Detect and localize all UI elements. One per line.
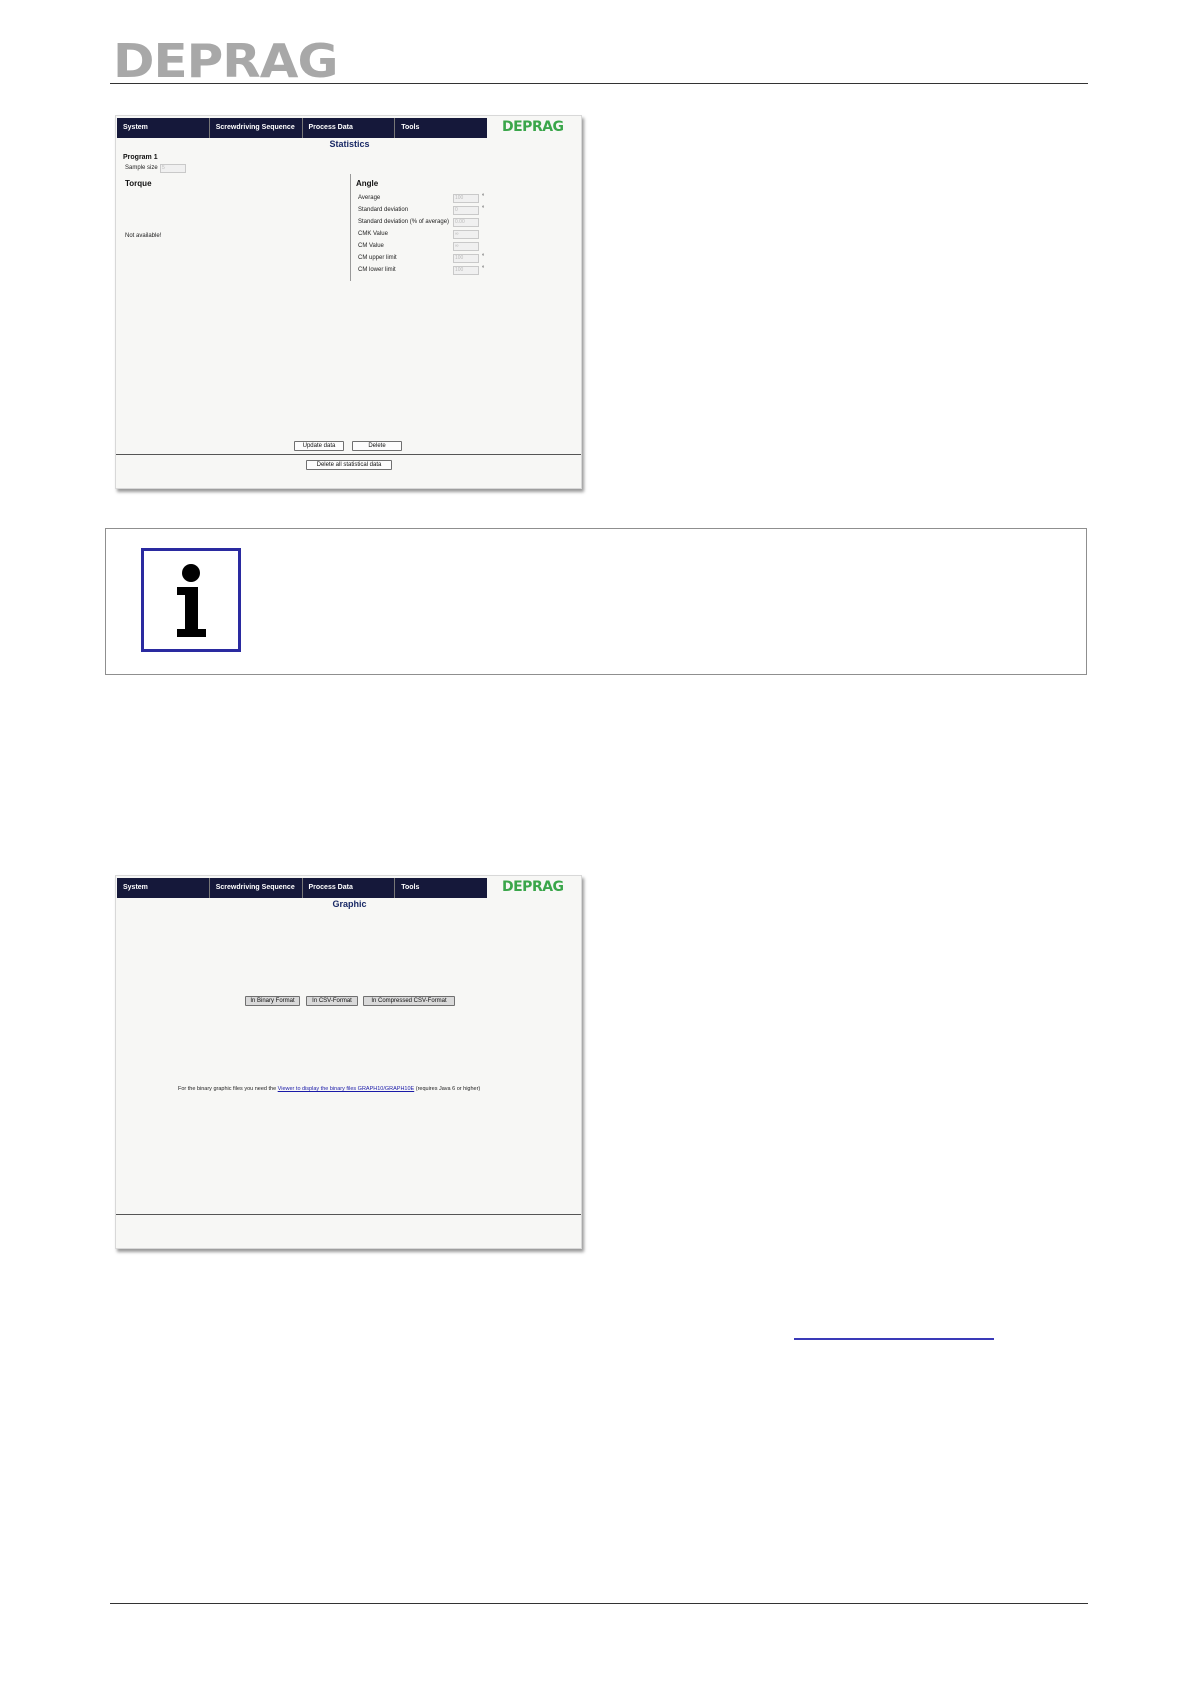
header-rule — [110, 83, 1088, 84]
angle-row-label: CM upper limit — [358, 255, 397, 261]
angle-row-label: Average — [358, 195, 381, 201]
statistics-nav-bar: System Screwdriving Sequence Process Dat… — [117, 118, 487, 138]
angle-average-field[interactable]: 100 — [453, 194, 479, 203]
graphic-nav-bar: System Screwdriving Sequence Process Dat… — [117, 878, 487, 898]
nav-tools[interactable]: Tools — [395, 118, 487, 138]
nav-process-data[interactable]: Process Data — [303, 878, 396, 898]
panel-divider — [116, 454, 581, 455]
nav-system[interactable]: System — [117, 118, 210, 138]
nav-screwdriving-sequence[interactable]: Screwdriving Sequence — [210, 118, 303, 138]
binary-format-button[interactable]: In Binary Format — [245, 996, 300, 1006]
angle-cm-upper-field[interactable]: 100 — [453, 254, 479, 263]
statistics-title: Statistics — [329, 139, 370, 149]
angle-cm-field[interactable]: ∞ — [453, 242, 479, 251]
hyperlink-underline[interactable] — [794, 1338, 994, 1340]
deprag-panel-logo: DEPRAG — [502, 119, 564, 135]
angle-std-dev-percent-field[interactable]: 0.00 — [453, 218, 479, 227]
angle-row-label: Standard deviation — [358, 207, 409, 213]
statistics-screenshot: System Screwdriving Sequence Process Dat… — [115, 115, 582, 489]
angle-row-label: CMK Value — [358, 231, 388, 237]
angle-unit: ° — [482, 206, 485, 212]
footer-rule — [110, 1603, 1088, 1604]
program-label: Program 1 — [123, 154, 158, 161]
viewer-download-link[interactable]: Viewer to display the binary files GRAPH… — [278, 1086, 415, 1092]
torque-status: Not available! — [125, 233, 162, 239]
delete-all-statistical-data-button[interactable]: Delete all statistical data — [306, 460, 392, 470]
viewer-note: For the binary graphic files you need th… — [178, 1086, 480, 1092]
column-divider — [350, 174, 351, 281]
angle-row-label: Standard deviation (% of average) — [358, 219, 450, 225]
deprag-page-logo: DEPRAG — [113, 34, 339, 88]
torque-heading: Torque — [125, 179, 152, 188]
viewer-note-prefix: For the binary graphic files you need th… — [178, 1086, 277, 1092]
info-icon — [141, 548, 241, 652]
csv-format-button[interactable]: In CSV-Format — [306, 996, 358, 1006]
angle-row-label: CM Value — [358, 243, 384, 249]
compressed-csv-format-button[interactable]: In Compressed CSV-Format — [363, 996, 455, 1006]
angle-cm-lower-field[interactable]: 100 — [453, 266, 479, 275]
deprag-logo-text: DEPRAG — [113, 34, 339, 88]
sample-size-label: Sample size — [125, 165, 158, 171]
angle-unit: ° — [482, 194, 485, 200]
sample-size-field[interactable]: 5 — [160, 164, 186, 173]
nav-screwdriving-sequence[interactable]: Screwdriving Sequence — [210, 878, 303, 898]
viewer-note-suffix: (requires Java 6 or higher) — [415, 1086, 481, 1092]
delete-button[interactable]: Delete — [352, 441, 402, 451]
graphic-screenshot: System Screwdriving Sequence Process Dat… — [115, 875, 582, 1249]
angle-std-dev-field[interactable]: 0 — [453, 206, 479, 215]
nav-tools[interactable]: Tools — [395, 878, 487, 898]
angle-unit: ° — [482, 266, 485, 272]
update-data-button[interactable]: Update data — [294, 441, 344, 451]
nav-process-data[interactable]: Process Data — [303, 118, 396, 138]
angle-cmk-field[interactable]: ∞ — [453, 230, 479, 239]
deprag-panel-logo: DEPRAG — [502, 879, 564, 895]
panel-divider — [116, 1214, 581, 1215]
nav-system[interactable]: System — [117, 878, 210, 898]
angle-heading: Angle — [356, 179, 379, 188]
info-i-glyph — [177, 564, 206, 637]
graphic-title: Graphic — [332, 899, 367, 909]
angle-unit: ° — [482, 254, 485, 260]
angle-row-label: CM lower limit — [358, 267, 396, 273]
info-note-box — [105, 528, 1087, 675]
